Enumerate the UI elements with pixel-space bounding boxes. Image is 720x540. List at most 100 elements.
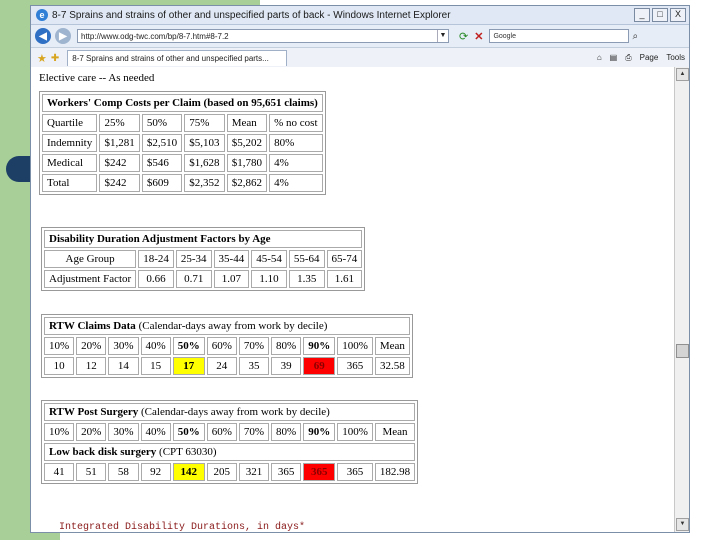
scroll-up-icon[interactable]: ▲ bbox=[676, 68, 689, 81]
search-icon[interactable]: ⌕ bbox=[632, 31, 638, 42]
table-cell: $2,862 bbox=[226, 174, 268, 192]
table-header-cell: 100% bbox=[337, 337, 373, 355]
vertical-scrollbar[interactable]: ▲ ▼ bbox=[674, 67, 689, 532]
close-button[interactable]: X bbox=[670, 8, 686, 22]
table-row: Medical $242 $546 $1,628 $1,780 4% bbox=[42, 154, 323, 172]
feeds-icon[interactable]: ▤ bbox=[610, 53, 618, 63]
rtw-surgery-subcaption: Low back disk surgery (CPT 63030) bbox=[44, 443, 416, 461]
stop-icon[interactable]: ✕ bbox=[474, 30, 483, 43]
tools-menu[interactable]: Tools bbox=[666, 53, 685, 63]
rtw-claims-caption: RTW Claims Data (Calendar-days away from… bbox=[44, 317, 410, 335]
table-header-cell: 30% bbox=[108, 337, 139, 355]
table-cell: 1.61 bbox=[326, 270, 363, 288]
refresh-icon[interactable]: ⟳ bbox=[459, 30, 468, 43]
table-header-cell: 70% bbox=[238, 337, 270, 355]
table-header-cell: 10% bbox=[44, 423, 75, 441]
back-button[interactable]: ◀ bbox=[35, 28, 51, 44]
scrollbar-thumb[interactable] bbox=[676, 344, 689, 358]
page-menu[interactable]: Page bbox=[640, 53, 659, 63]
table-header-cell: 40% bbox=[140, 337, 171, 355]
rtw-surgery-caption: RTW Post Surgery (Calendar-days away fro… bbox=[44, 403, 416, 421]
duration-caption: Disability Duration Adjustment Factors b… bbox=[44, 230, 363, 248]
rtw-surgery-caption-rest: (Calendar-days away from work by decile) bbox=[138, 406, 330, 418]
table-header-cell: 65-74 bbox=[326, 250, 363, 268]
costs-caption: Workers' Comp Costs per Claim (based on … bbox=[42, 94, 323, 112]
table-cell: 41 bbox=[44, 463, 75, 481]
rtw-claims-table: RTW Claims Data (Calendar-days away from… bbox=[41, 314, 413, 378]
rtw-surgery-subcaption-bold: Low back disk surgery bbox=[49, 446, 157, 458]
table-header-cell: 20% bbox=[76, 337, 107, 355]
table-cell: 365 bbox=[303, 463, 336, 481]
url-input[interactable]: http://www.odg-twc.com/bp/8-7.htm#8-7.2 … bbox=[77, 29, 449, 43]
table-header-cell: 55-64 bbox=[288, 250, 325, 268]
table-cell: 4% bbox=[269, 154, 323, 172]
table-cell: 0.71 bbox=[175, 270, 212, 288]
table-cell: 182.98 bbox=[374, 463, 416, 481]
table-header-cell: Quartile bbox=[42, 114, 98, 132]
table-cell: $546 bbox=[141, 154, 183, 172]
minimize-button[interactable]: _ bbox=[634, 8, 650, 22]
table-cell: 365 bbox=[337, 463, 373, 481]
print-icon[interactable]: ⎙ bbox=[625, 53, 631, 63]
url-dropdown-icon[interactable]: ▼ bbox=[437, 30, 448, 42]
table-cell: 51 bbox=[76, 463, 107, 481]
title-bar: e 8-7 Sprains and strains of other and u… bbox=[31, 6, 689, 25]
ie-logo-icon: e bbox=[36, 9, 48, 21]
table-cell: 58 bbox=[108, 463, 139, 481]
maximize-button[interactable]: □ bbox=[652, 8, 668, 22]
address-bar: ◀ ▶ http://www.odg-twc.com/bp/8-7.htm#8-… bbox=[31, 25, 689, 48]
table-cell: Indemnity bbox=[42, 134, 98, 152]
table-header-cell: 45-54 bbox=[251, 250, 287, 268]
table-header-cell: 100% bbox=[337, 423, 373, 441]
table-cell: $242 bbox=[99, 174, 140, 192]
add-favorites-icon[interactable]: ✚ bbox=[51, 53, 59, 64]
rtw-claims-caption-bold: RTW Claims Data bbox=[49, 320, 136, 332]
table-cell: 321 bbox=[238, 463, 270, 481]
table-header-cell: 60% bbox=[206, 423, 237, 441]
table-cell: $5,103 bbox=[184, 134, 225, 152]
table-header-cell: 18-24 bbox=[138, 250, 174, 268]
url-text: http://www.odg-twc.com/bp/8-7.htm#8-7.2 bbox=[81, 31, 229, 41]
tab-active[interactable]: 8-7 Sprains and strains of other and uns… bbox=[67, 50, 288, 66]
table-row: Total $242 $609 $2,352 $2,862 4% bbox=[42, 174, 323, 192]
favorites-star-icon[interactable]: ★ bbox=[37, 52, 47, 65]
table-cell: Adjustment Factor bbox=[44, 270, 137, 288]
table-cell: 24 bbox=[206, 357, 237, 375]
rtw-claims-caption-rest: (Calendar-days away from work by decile) bbox=[135, 320, 328, 332]
table-cell: 1.10 bbox=[251, 270, 287, 288]
table-header-cell: 80% bbox=[271, 423, 302, 441]
home-icon[interactable]: ⌂ bbox=[597, 53, 602, 63]
table-cell: $1,628 bbox=[184, 154, 225, 172]
forward-button[interactable]: ▶ bbox=[55, 28, 71, 44]
table-row: Indemnity $1,281 $2,510 $5,103 $5,202 80% bbox=[42, 134, 323, 152]
table-header-cell: 50% bbox=[141, 114, 183, 132]
table-header-cell: % no cost bbox=[269, 114, 323, 132]
table-cell: $2,510 bbox=[141, 134, 183, 152]
table-header-cell: 90% bbox=[303, 337, 336, 355]
table-cell: 14 bbox=[108, 357, 139, 375]
table-header-cell: 30% bbox=[108, 423, 139, 441]
table-cell: $609 bbox=[141, 174, 183, 192]
tab-bar: ★ ✚ 8-7 Sprains and strains of other and… bbox=[31, 48, 689, 69]
table-cell: 15 bbox=[140, 357, 171, 375]
table-header-cell: Mean bbox=[226, 114, 268, 132]
scroll-down-icon[interactable]: ▼ bbox=[676, 518, 689, 531]
table-cell: 4% bbox=[269, 174, 323, 192]
page-content: Elective care -- As needed Workers' Comp… bbox=[31, 67, 675, 532]
search-input[interactable]: Google bbox=[489, 29, 630, 43]
table-cell: 32.58 bbox=[374, 357, 410, 375]
rtw-surgery-subcaption-rest: (CPT 63030) bbox=[156, 446, 217, 458]
duration-table: Disability Duration Adjustment Factors b… bbox=[41, 227, 366, 291]
table-cell: $1,780 bbox=[226, 154, 268, 172]
table-cell: $2,352 bbox=[184, 174, 225, 192]
table-header-cell: 40% bbox=[140, 423, 171, 441]
table-header-cell: 50% bbox=[172, 337, 205, 355]
search-placeholder: Google bbox=[493, 32, 517, 40]
table-header-cell: 35-44 bbox=[213, 250, 250, 268]
table-cell: 10 bbox=[44, 357, 75, 375]
table-header-cell: 10% bbox=[44, 337, 75, 355]
page-heading: Elective care -- As needed bbox=[39, 72, 155, 84]
window-title: 8-7 Sprains and strains of other and uns… bbox=[52, 9, 451, 21]
costs-table: Workers' Comp Costs per Claim (based on … bbox=[39, 91, 326, 195]
footer-note: Integrated Disability Durations, in days… bbox=[59, 522, 306, 532]
